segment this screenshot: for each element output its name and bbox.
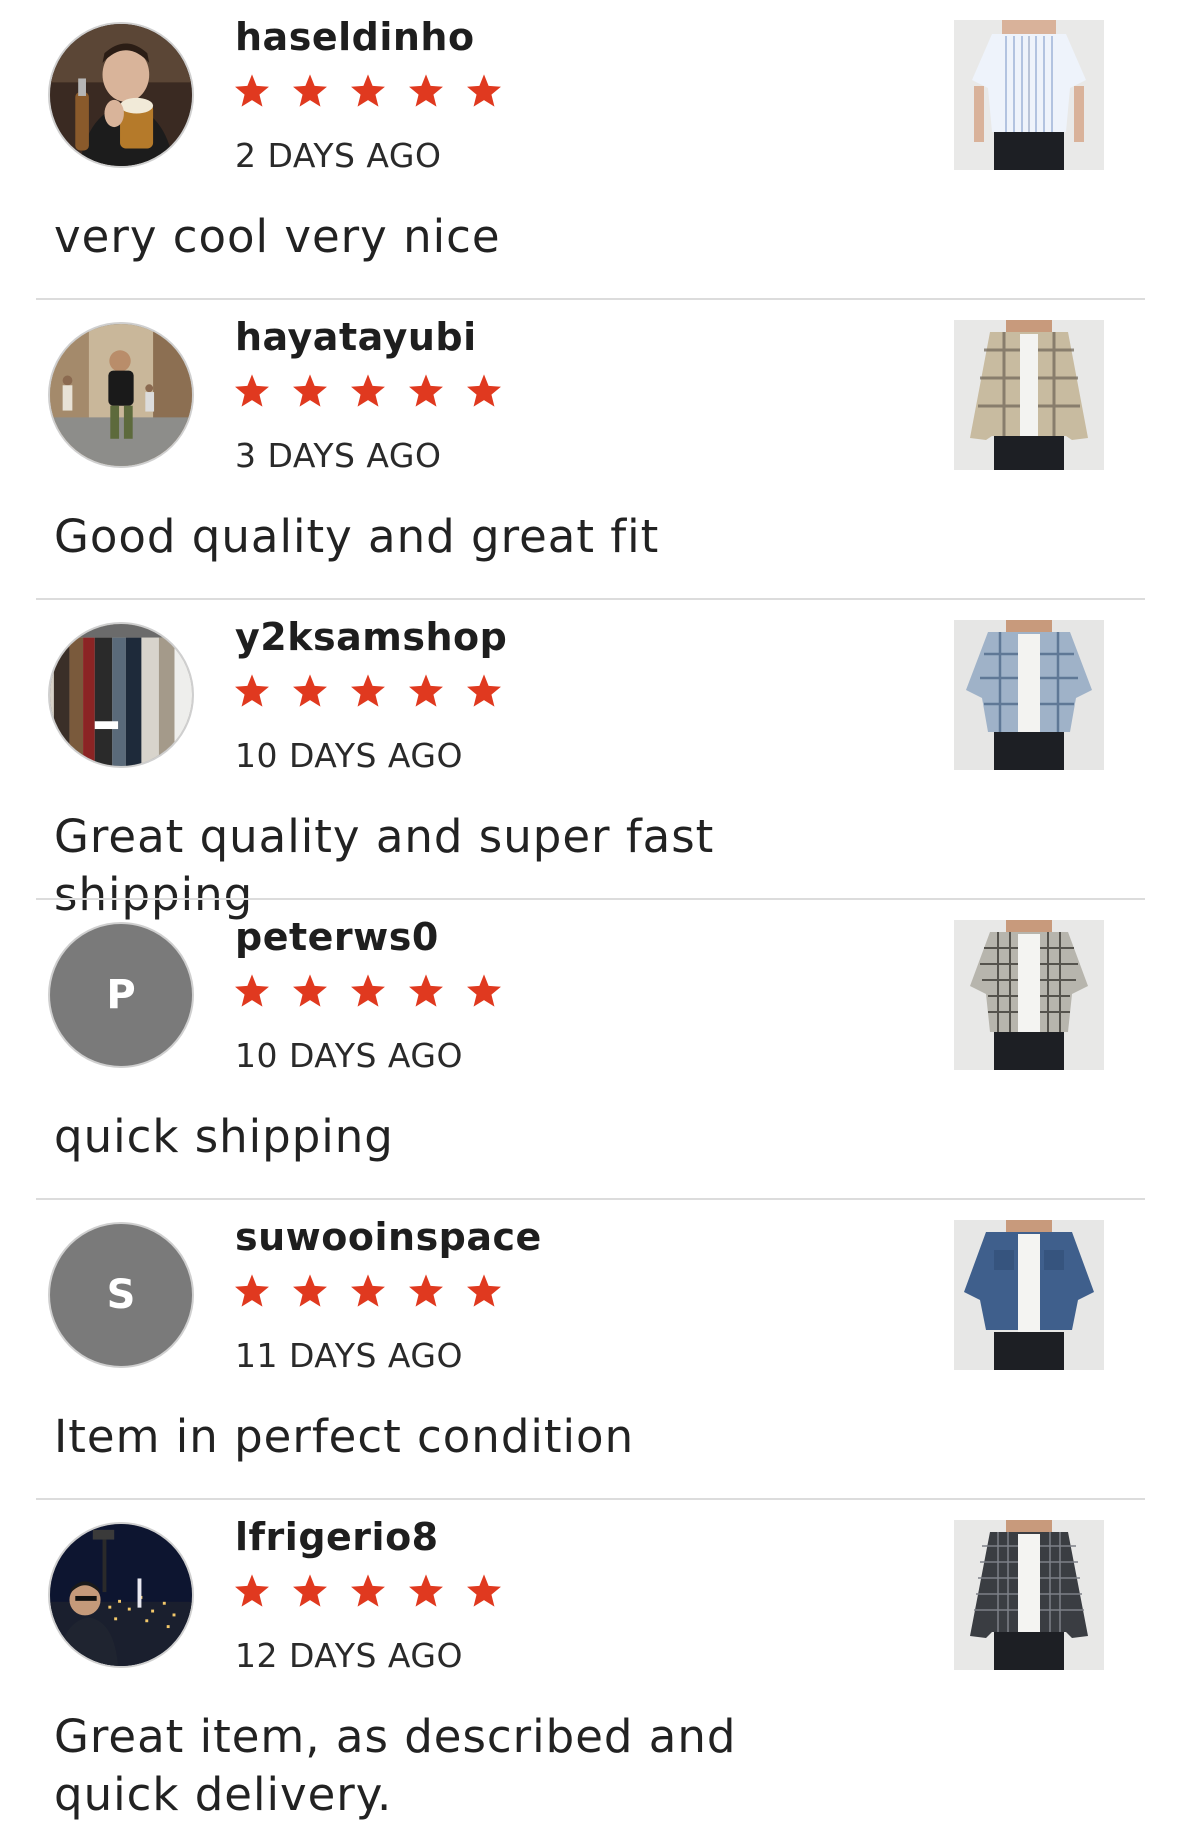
reviews-list: haseldinho 2 DAYS AGO very cool very nic… — [0, 0, 1179, 1830]
star-icon — [293, 74, 327, 107]
avatar[interactable] — [48, 22, 194, 168]
star-icon — [293, 674, 327, 707]
review-date: 2 DAYS AGO — [235, 136, 442, 175]
star-rating — [233, 372, 503, 410]
shirt-photo — [954, 620, 1104, 770]
review-text: very cool very nice — [54, 210, 501, 263]
star-icon — [409, 674, 443, 707]
review-text: Item in perfect condition — [54, 1410, 635, 1463]
star-icon — [351, 74, 385, 107]
review-item: S suwooinspace 11 DAYS AGO Item in perfe… — [0, 1200, 1179, 1500]
star-icon — [409, 374, 443, 407]
star-rating — [233, 1572, 503, 1610]
review-item: P peterws0 10 DAYS AGO quick shipping — [0, 900, 1179, 1200]
review-text: quick shipping — [54, 1110, 394, 1163]
item-thumbnail[interactable] — [954, 320, 1104, 470]
star-icon — [293, 374, 327, 407]
review-item: y2ksamshop 10 DAYS AGO Great quality and… — [0, 600, 1179, 921]
star-icon — [351, 674, 385, 707]
star-icon — [467, 974, 501, 1007]
review-date: 11 DAYS AGO — [235, 1336, 463, 1375]
star-rating — [233, 1272, 503, 1310]
star-icon — [467, 1274, 501, 1307]
review-date: 3 DAYS AGO — [235, 436, 442, 475]
review-text: Good quality and great fit — [54, 510, 660, 563]
avatar-photo — [50, 24, 192, 166]
avatar-initial: S — [106, 1272, 136, 1318]
avatar[interactable] — [48, 622, 194, 768]
star-icon — [409, 74, 443, 107]
shirt-photo — [954, 1220, 1104, 1370]
review-date: 12 DAYS AGO — [235, 1636, 463, 1675]
item-thumbnail[interactable] — [954, 920, 1104, 1070]
star-icon — [409, 1274, 443, 1307]
star-rating — [233, 72, 503, 110]
avatar[interactable] — [48, 322, 194, 468]
username[interactable]: peterws0 — [235, 914, 439, 960]
shirt-photo — [954, 320, 1104, 470]
star-icon — [235, 974, 269, 1007]
review-item: hayatayubi 3 DAYS AGO Good quality and g… — [0, 300, 1179, 600]
star-icon — [351, 374, 385, 407]
shirt-photo — [954, 920, 1104, 1070]
item-thumbnail[interactable] — [954, 620, 1104, 770]
shirt-photo — [954, 1520, 1104, 1670]
star-icon — [235, 1274, 269, 1307]
star-icon — [467, 674, 501, 707]
star-icon — [293, 1574, 327, 1607]
avatar-photo — [50, 324, 192, 466]
item-thumbnail[interactable] — [954, 1520, 1104, 1670]
star-icon — [235, 1574, 269, 1607]
star-rating — [233, 672, 503, 710]
item-thumbnail[interactable] — [954, 20, 1104, 170]
avatar[interactable]: P — [48, 922, 194, 1068]
username[interactable]: haseldinho — [235, 14, 475, 60]
star-icon — [467, 374, 501, 407]
star-icon — [293, 1274, 327, 1307]
username[interactable]: lfrigerio8 — [235, 1514, 439, 1560]
review-date: 10 DAYS AGO — [235, 1036, 463, 1075]
star-rating — [233, 972, 503, 1010]
avatar-photo — [50, 624, 192, 766]
star-icon — [351, 974, 385, 1007]
review-date: 10 DAYS AGO — [235, 736, 463, 775]
star-icon — [293, 974, 327, 1007]
star-icon — [409, 974, 443, 1007]
star-icon — [235, 374, 269, 407]
review-text: Great item, as described and quick deliv… — [54, 1710, 737, 1821]
star-icon — [467, 74, 501, 107]
star-icon — [235, 74, 269, 107]
username[interactable]: hayatayubi — [235, 314, 477, 360]
review-item: lfrigerio8 12 DAYS AGO Great item, as de… — [0, 1500, 1179, 1830]
star-icon — [351, 1574, 385, 1607]
review-item: haseldinho 2 DAYS AGO very cool very nic… — [0, 0, 1179, 300]
avatar-initial: P — [106, 972, 136, 1018]
username[interactable]: suwooinspace — [235, 1214, 542, 1260]
username[interactable]: y2ksamshop — [235, 614, 507, 660]
shirt-photo — [954, 20, 1104, 170]
star-icon — [351, 1274, 385, 1307]
star-icon — [235, 674, 269, 707]
avatar-photo — [50, 1524, 192, 1666]
item-thumbnail[interactable] — [954, 1220, 1104, 1370]
avatar[interactable]: S — [48, 1222, 194, 1368]
star-icon — [467, 1574, 501, 1607]
star-icon — [409, 1574, 443, 1607]
avatar[interactable] — [48, 1522, 194, 1668]
